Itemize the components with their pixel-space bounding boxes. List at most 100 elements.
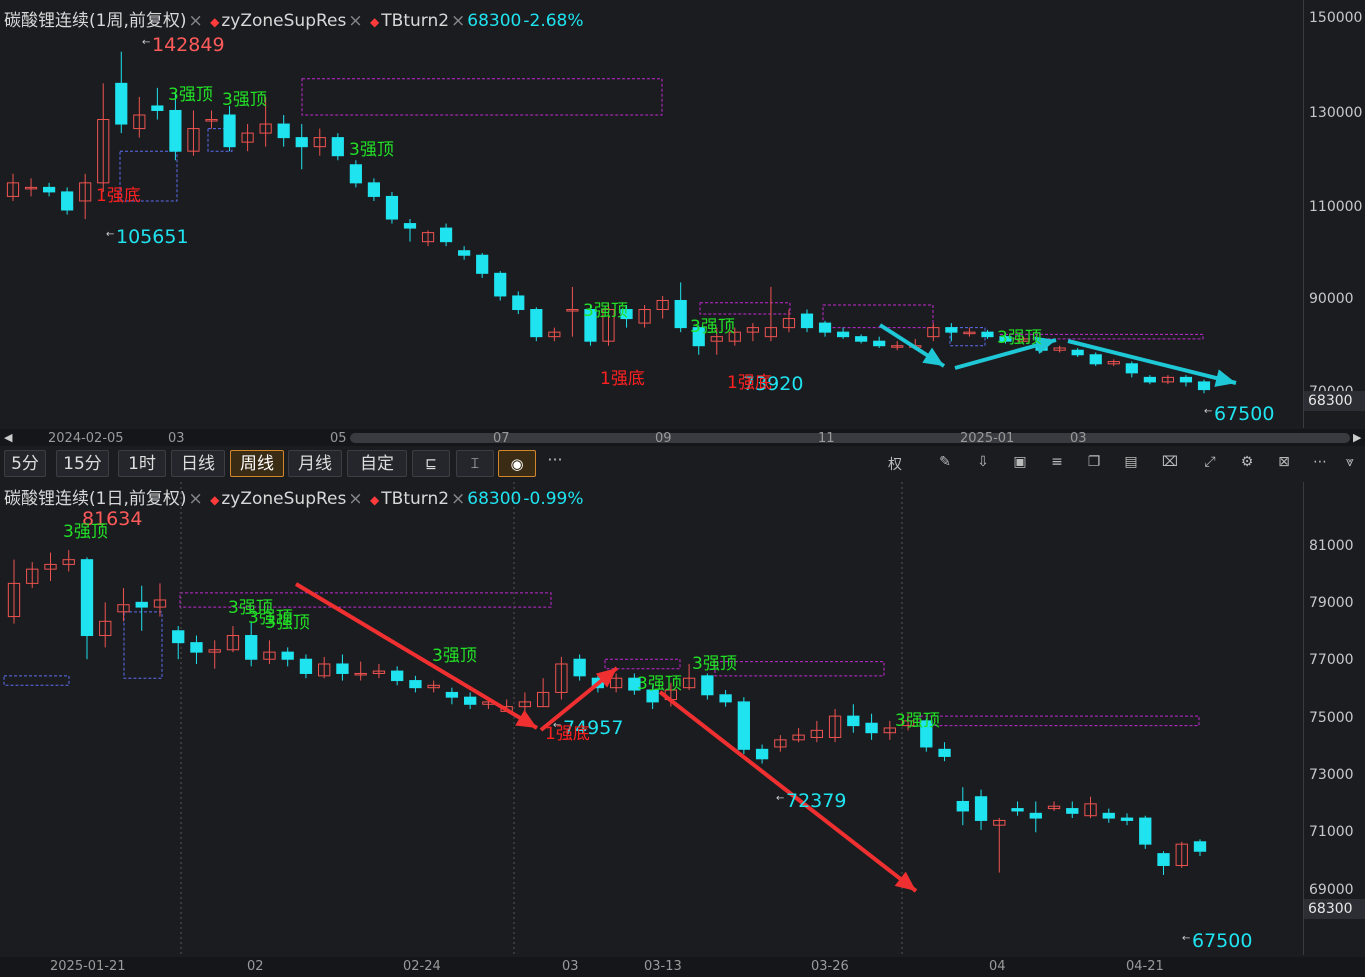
close-icon[interactable]: × <box>451 489 465 509</box>
y-tick-label: 77000 <box>1309 652 1354 668</box>
weekly-legend-title: 碳酸锂连续(1周,前复权) <box>4 11 187 31</box>
tf-5min-button[interactable]: 5分 <box>4 450 46 477</box>
candle-body <box>385 195 399 220</box>
tf-monthly-button[interactable]: 月线 <box>288 450 342 477</box>
signal-label: 1强底 <box>600 369 645 389</box>
arrow-head <box>922 347 944 366</box>
x-tick-label: 2024-02-05 <box>48 431 124 446</box>
candle-body <box>331 137 344 157</box>
tf-15min-button[interactable]: 15分 <box>56 450 109 477</box>
settings-sliders-icon[interactable]: ≡ <box>1047 454 1067 470</box>
pencil-icon[interactable]: ✎ <box>935 454 955 470</box>
candle-body <box>1157 853 1170 866</box>
indicator-icon[interactable]: ⌶ <box>456 450 494 477</box>
tf-weekly-button[interactable]: 周线 <box>230 450 284 477</box>
cloud-download-icon[interactable]: ⇩ <box>973 454 993 470</box>
tf-daily-button[interactable]: 日线 <box>171 450 225 477</box>
zone-box <box>822 304 934 329</box>
signal-label: 1强底 <box>545 724 590 744</box>
more-icon[interactable]: ··· <box>545 450 565 469</box>
close-icon[interactable]: × <box>188 489 202 509</box>
candle-body <box>1089 354 1102 365</box>
copy-icon[interactable]: ❐ <box>1084 454 1104 470</box>
candle-body <box>494 272 507 297</box>
extreme-price-label: 142849 <box>152 34 225 56</box>
weekly-time-axis[interactable]: ◀ ▶ 2024-02-05 03 05 07 09 11 2025-01 03 <box>0 429 1365 447</box>
arrow-head <box>1214 369 1236 387</box>
gear-icon[interactable]: ⚙ <box>1237 454 1257 470</box>
signal-label: 3强顶 <box>63 522 108 542</box>
candle-body <box>172 630 185 644</box>
candle-body <box>818 322 832 333</box>
weekly-chart-svg[interactable]: 142849←105651←7392067500←3强顶 3强顶3强顶3强顶3强顶… <box>0 0 1365 428</box>
candle-body <box>349 164 362 184</box>
x-tick-label: 04-21 <box>1126 959 1164 974</box>
candle-body <box>1066 808 1079 814</box>
candle-body <box>409 680 422 689</box>
daily-legend-price: 68300 <box>467 489 522 509</box>
candle-body <box>169 109 182 152</box>
scroll-right-icon[interactable]: ▶ <box>1353 431 1361 444</box>
current-price-tag: 68300 <box>1304 391 1365 411</box>
zone-box <box>301 78 663 116</box>
y-tick-label: 90000 <box>1309 291 1354 307</box>
signal-label: 3强顶 <box>265 613 310 633</box>
candle-body <box>674 299 687 329</box>
candle-body <box>458 250 471 256</box>
candle-body <box>61 191 74 211</box>
chart-style-icon[interactable]: ⊑ <box>412 450 450 477</box>
trend-arrow <box>294 582 539 730</box>
rights-icon[interactable]: 权 <box>885 454 905 474</box>
close-icon[interactable]: × <box>348 489 362 509</box>
scroll-left-icon[interactable]: ◀ <box>4 431 12 444</box>
candle-body <box>281 651 294 660</box>
y-tick-label: 69000 <box>1309 882 1354 898</box>
signal-label: 3强顶 <box>637 674 682 694</box>
candle-body <box>367 182 381 197</box>
close-icon[interactable]: × <box>188 11 202 31</box>
candle-body <box>573 658 586 677</box>
fullscreen-icon[interactable]: ⤢ <box>1200 454 1220 470</box>
collapse-icon[interactable]: ⩔ <box>1340 454 1360 470</box>
signal-label: 3强顶 <box>690 317 735 337</box>
y-tick-label: 75000 <box>1309 710 1354 726</box>
candle-body <box>1120 817 1134 821</box>
candle-body <box>223 114 236 148</box>
x-tick-label: 11 <box>818 431 835 446</box>
candle-body <box>1197 381 1211 391</box>
close-icon[interactable]: × <box>348 11 362 31</box>
weekly-chart-pane[interactable]: 142849 ← 105651 ← 73920 67500 ← 3强顶 3强顶 3强顶 3强顶 3强顶… <box>0 0 1365 428</box>
close-box-icon[interactable]: ⊠ <box>1274 454 1294 470</box>
weekly-legend: 碳酸锂连续(1周,前复权) × ◆ zyZoneSupRes × ◆ TBturn2 × 6… <box>4 6 586 31</box>
trash-icon[interactable]: ⌧ <box>1160 454 1180 470</box>
image-icon[interactable]: ▣ <box>1010 454 1030 470</box>
candle-body <box>956 800 969 812</box>
signal-label: 3强顶 <box>432 646 477 666</box>
x-tick-label: 02-24 <box>403 959 441 974</box>
daily-time-axis[interactable]: 2025-01-21 02 02-24 03 03-13 03-26 04 04… <box>0 957 1365 977</box>
close-icon[interactable]: × <box>451 11 465 31</box>
signal-label: 3强顶 <box>997 328 1042 348</box>
candle-body <box>873 340 886 347</box>
eye-icon[interactable]: ◉ <box>498 450 536 477</box>
daily-legend-title: 碳酸锂连续(1日,前复权) <box>4 489 187 509</box>
x-tick-label: 03 <box>168 431 185 446</box>
candle-body <box>512 295 525 311</box>
candle-body <box>439 227 453 243</box>
candle-body <box>190 642 203 653</box>
layout-icon[interactable]: ▤ <box>1121 454 1141 470</box>
candle-body <box>80 559 94 637</box>
tf-custom-button[interactable]: 自定 <box>347 450 407 477</box>
candle-body <box>701 675 714 696</box>
extreme-price-label: 67500 <box>1214 403 1274 425</box>
daily-chart-svg[interactable]: 8163474957←72379←67500←3强顶3强顶3强顶3强顶3强顶3强… <box>0 482 1365 955</box>
x-tick-label: 07 <box>493 431 510 446</box>
y-tick-label: 73000 <box>1309 767 1354 783</box>
more-icon[interactable]: ⋯ <box>1310 454 1330 470</box>
extreme-marker: ← <box>142 37 150 48</box>
x-tick-label: 09 <box>655 431 672 446</box>
daily-chart-pane[interactable]: 81634 74957 ← 72379 ← 67500 ← 3强顶 3强顶 3强顶 3强顶 3强顶 3强… <box>0 482 1365 955</box>
candle-body <box>981 331 994 338</box>
extreme-price-label: 105651 <box>116 226 189 248</box>
tf-1h-button[interactable]: 1时 <box>118 450 166 477</box>
